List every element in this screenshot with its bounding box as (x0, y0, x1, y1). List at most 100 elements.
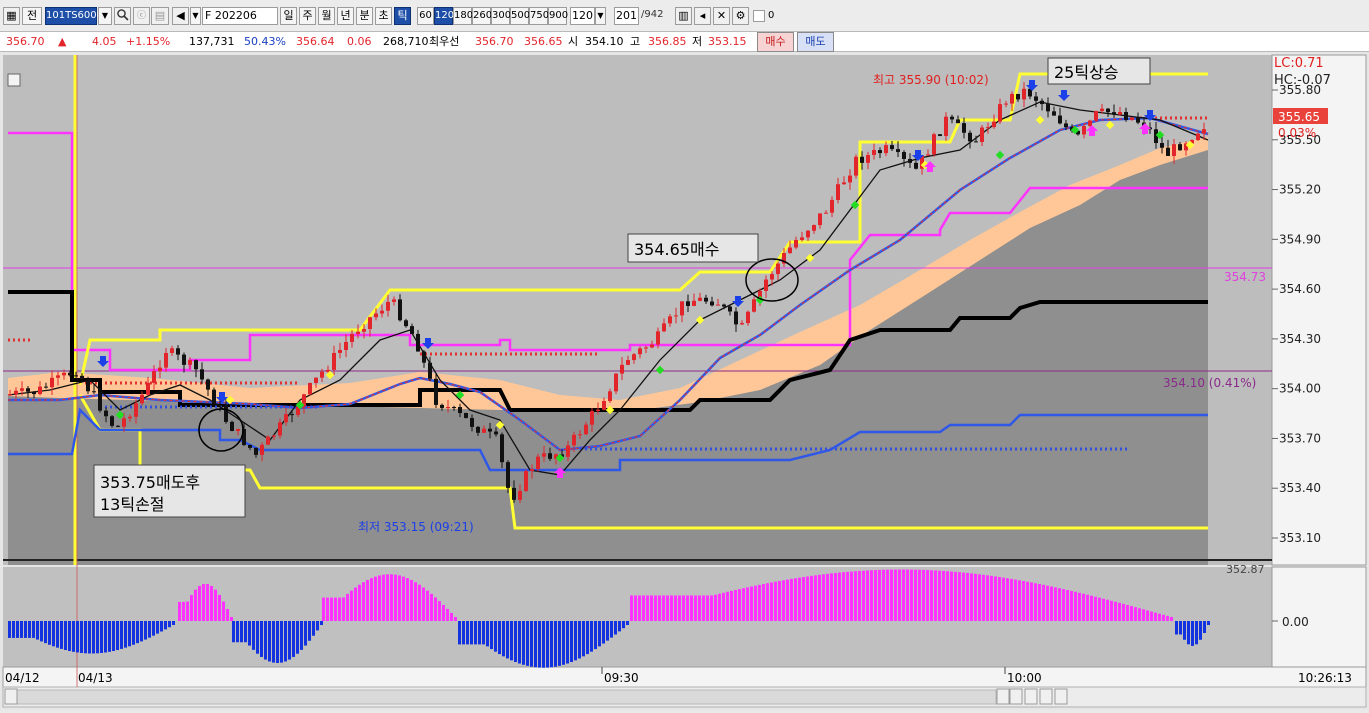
interval-tab-500[interactable]: 500 (510, 7, 530, 25)
symbol-code-field[interactable]: 101TS6000 (45, 7, 103, 25)
candle-body (878, 150, 882, 154)
high-label: 고 (630, 35, 641, 48)
speaker-dropdown-icon[interactable]: ▼ (190, 7, 201, 25)
period-tab-2[interactable]: 월 (318, 7, 335, 25)
candle-body (734, 311, 738, 325)
crosshair-icon[interactable]: ✕ (713, 7, 730, 25)
option-checkbox[interactable] (753, 10, 765, 22)
oscillator-bar (506, 621, 509, 659)
candle-body (632, 354, 636, 361)
candle-body (74, 375, 78, 377)
speaker-icon[interactable]: ◀ (172, 7, 189, 25)
period-tab-4[interactable]: 분 (356, 7, 373, 25)
price-tick-label: 354.90 (1279, 232, 1321, 246)
period-tab-1[interactable]: 주 (299, 7, 316, 25)
interval-dropdown-icon[interactable]: ▼ (595, 7, 606, 25)
interval-tab-120[interactable]: 120 (434, 7, 454, 25)
gear-icon[interactable]: ⚙ (732, 7, 749, 25)
futures-code-field[interactable]: F 202206 (202, 7, 278, 25)
oscillator-bar (296, 621, 299, 654)
oscillator-bar (826, 573, 829, 621)
oscillator-bar (1183, 621, 1186, 640)
candle-body (686, 301, 690, 306)
oscillator-bar (818, 574, 821, 621)
oscillator-bar (56, 621, 59, 648)
checkbox-value: 0 (768, 10, 775, 21)
candle-body (590, 411, 594, 425)
oscillator-bar (366, 579, 369, 621)
oscillator-bar (1110, 600, 1113, 621)
candle-body (1130, 117, 1134, 120)
candle-body (848, 175, 852, 183)
oscillator-bar (438, 601, 441, 621)
upper-line-label: 354.73 (1224, 270, 1266, 284)
interval-tab-180[interactable]: 180 (453, 7, 473, 25)
oscillator-panel[interactable] (3, 567, 1272, 667)
chart-area[interactable]: 355.80 355.50 355.20 354.90 354.60 354.30 354.… (0, 52, 1369, 710)
period-tab-6[interactable]: 틱 (394, 7, 411, 25)
oscillator-bar (60, 621, 63, 649)
interval-tab-750[interactable]: 750 (529, 7, 549, 25)
oscillator-bar (718, 593, 721, 621)
oscillator-bar (1054, 587, 1057, 621)
candle-body (1094, 111, 1098, 121)
oscillator-bar (682, 595, 685, 621)
period-tab-3[interactable]: 년 (337, 7, 354, 25)
grid-icon[interactable]: ▤ (151, 7, 169, 25)
current-price: 356.70 (6, 35, 45, 48)
candle-body (98, 391, 102, 411)
candle-body (146, 382, 150, 395)
interval-tab-260[interactable]: 260 (472, 7, 492, 25)
candle-body (248, 444, 252, 448)
period-tab-0[interactable]: 일 (280, 7, 297, 25)
oscillator-bar (734, 589, 737, 621)
oscillator-bar (272, 621, 275, 663)
sell-button[interactable]: 매도 (797, 32, 834, 52)
sell-note-line2: 13틱손절 (100, 495, 165, 514)
candle-body (662, 323, 666, 332)
candle-body (422, 351, 426, 363)
buy-button[interactable]: 매수 (757, 32, 794, 52)
candle-body (374, 313, 378, 318)
oscillator-bar (534, 621, 537, 668)
oscillator-bar (558, 621, 561, 666)
symbol-dropdown-icon[interactable]: ▼ (98, 7, 112, 25)
candle-body (1058, 115, 1062, 124)
oscillator-bar (590, 621, 593, 652)
oscillator-bar (782, 580, 785, 621)
oscillator-bar (1162, 614, 1165, 621)
interval-tab-60[interactable]: 60 (417, 7, 434, 25)
oscillator-bar (418, 584, 421, 621)
oscillator-bar (642, 595, 645, 621)
candle-body (860, 156, 864, 163)
search-icon[interactable] (114, 7, 131, 25)
scroll-track[interactable] (15, 689, 997, 705)
clipped-price-label: 352.87 (1226, 563, 1265, 576)
candle-body (872, 150, 876, 155)
oscillator-bar (280, 621, 283, 663)
candle-body (530, 469, 534, 472)
oscillator-bar (610, 621, 613, 638)
oscillator-bar (994, 576, 997, 621)
candle-body (272, 435, 276, 437)
oscillator-bar (190, 594, 193, 621)
interval-tab-300[interactable]: 300 (491, 7, 511, 25)
oscillator-bar (358, 584, 361, 621)
interval-tab-900[interactable]: 900 (548, 7, 568, 25)
oscillator-bar (714, 594, 717, 621)
prefix-button[interactable]: 전 (22, 7, 42, 25)
oscillator-bar (954, 571, 957, 621)
candle-body (1040, 100, 1044, 105)
oscillator-bar (854, 571, 857, 621)
count-field[interactable]: 201 (614, 7, 639, 25)
expand-icon[interactable]: ▦ (3, 7, 20, 25)
period-tab-5[interactable]: 초 (375, 7, 392, 25)
candle-body (674, 315, 678, 317)
bars-icon[interactable]: ▥ (675, 7, 692, 25)
candle-body (638, 348, 642, 355)
interval-select[interactable]: 120 (570, 7, 595, 25)
scroll-left-icon[interactable]: ◂ (694, 7, 711, 25)
candle-body (308, 382, 312, 395)
oscillator-bar (144, 621, 147, 640)
code-icon[interactable]: ⓒ (133, 7, 150, 25)
